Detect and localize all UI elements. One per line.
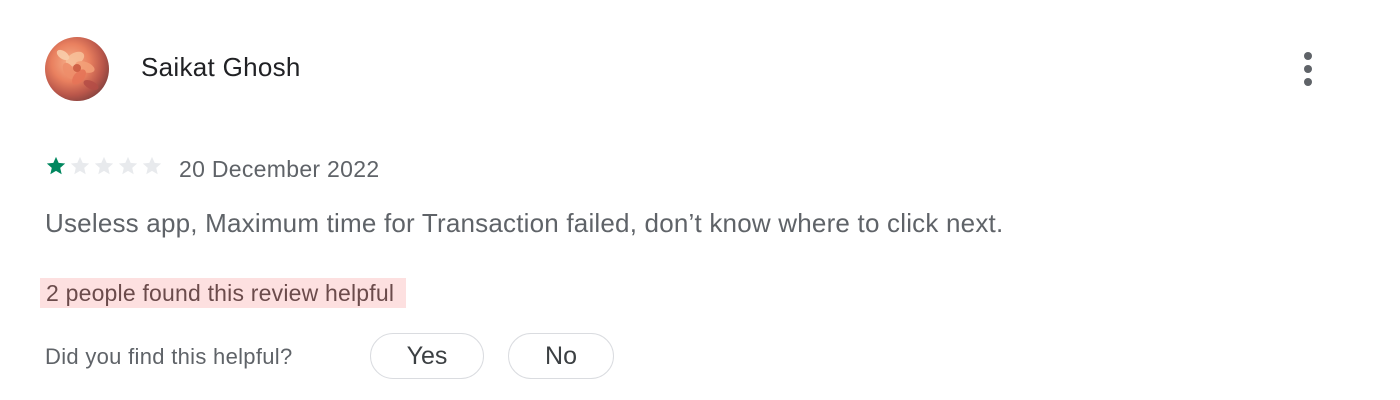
avatar: [45, 37, 109, 101]
review-text: Useless app, Maximum time for Transactio…: [45, 208, 1004, 238]
review-date: 20 December 2022: [179, 156, 380, 182]
star-empty-icon: [118, 156, 138, 175]
flower-avatar-icon: [56, 49, 99, 90]
helpful-count: 2 people found this review helpful: [40, 278, 407, 308]
star-empty-icon: [70, 156, 90, 175]
no-button[interactable]: No: [508, 333, 614, 379]
yes-button[interactable]: Yes: [370, 333, 484, 379]
star-empty-icon: [94, 156, 114, 175]
star-rating: [45, 155, 163, 177]
star-empty-icon: [142, 156, 162, 175]
review-card: Saikat Ghosh 20 December 2022 Useless ap…: [0, 0, 1400, 400]
more-options-button[interactable]: [1288, 48, 1328, 90]
more-vert-icon: [1304, 52, 1312, 86]
author-name: Saikat Ghosh: [141, 52, 301, 82]
helpful-question: Did you find this helpful?: [45, 344, 293, 369]
star-filled-icon: [46, 156, 66, 175]
